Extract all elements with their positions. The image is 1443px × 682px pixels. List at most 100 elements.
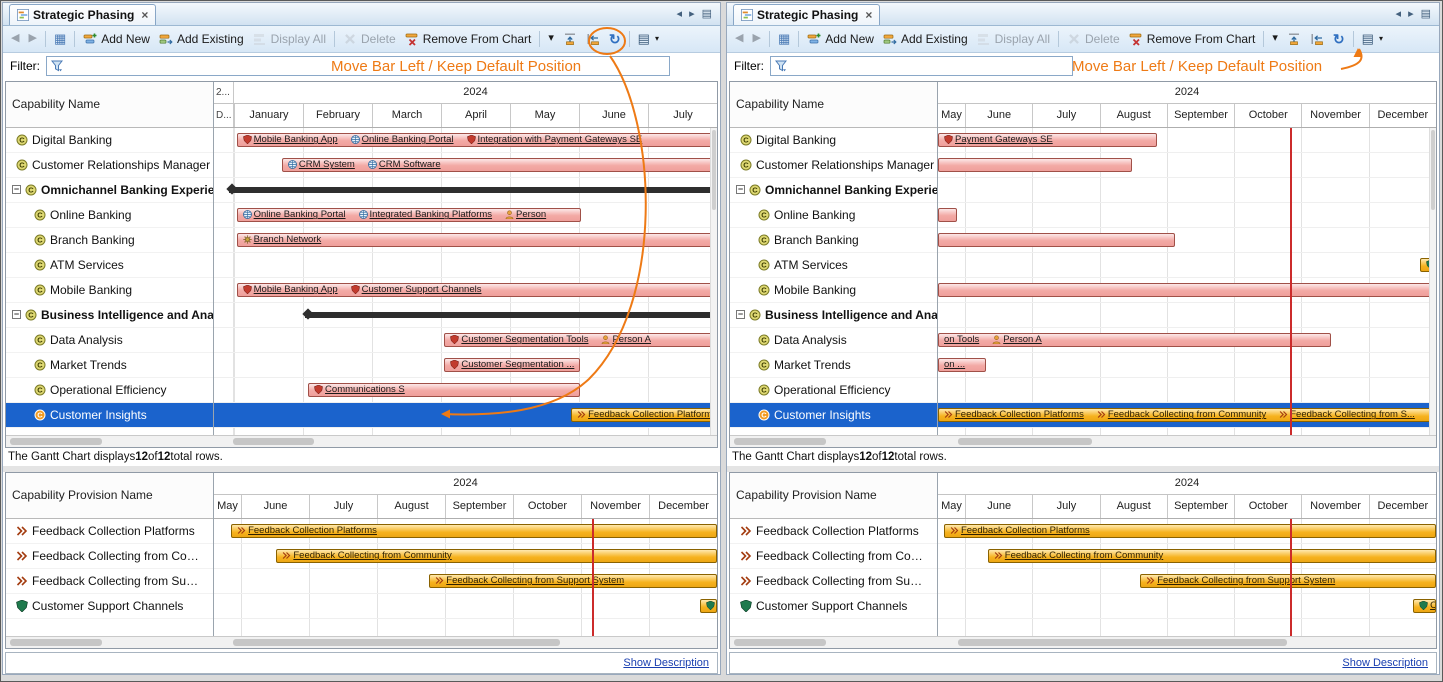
scrollbar-thumb[interactable] (1431, 130, 1435, 210)
name-row[interactable]: CATM Services (730, 253, 937, 278)
collapse-icon[interactable]: − (12, 185, 21, 194)
scrollbar-thumb[interactable] (233, 639, 560, 646)
provision-bar[interactable]: Feedback Collection Platforms (944, 524, 1436, 538)
scroll-tabs-right-icon[interactable]: ▸ (1408, 9, 1414, 20)
tab-close-icon[interactable]: × (141, 8, 148, 22)
name-row[interactable]: Feedback Collecting from Support System (6, 569, 213, 594)
task-bar[interactable]: Mobile Banking AppCustomer Support Chann… (237, 283, 717, 297)
collapse-icon[interactable]: − (736, 310, 745, 319)
scrollbar-thumb[interactable] (958, 639, 1287, 646)
bar-options-dropdown[interactable]: ▾ (1268, 31, 1282, 46)
name-row[interactable]: CMarket Trends (730, 353, 937, 378)
name-row[interactable]: CMobile Banking (730, 278, 937, 303)
name-hscrollbar[interactable] (730, 636, 938, 648)
show-description-link[interactable]: Show Description (1342, 657, 1428, 669)
bar-options-dropdown[interactable]: ▾ (544, 31, 558, 46)
summary-bar[interactable] (229, 187, 717, 193)
task-bar[interactable]: Communications S (308, 383, 580, 397)
keep-default-position-button[interactable] (559, 30, 581, 48)
name-row[interactable]: Customer Support Channels (6, 594, 213, 619)
refresh-button[interactable]: ↻ (1329, 30, 1349, 48)
scroll-tabs-left-icon[interactable]: ◂ (677, 9, 683, 20)
name-row[interactable]: COnline Banking (730, 203, 937, 228)
filter-input[interactable] (791, 59, 1068, 73)
name-row[interactable]: CMobile Banking (6, 278, 213, 303)
add-new-button[interactable]: Add New (803, 30, 878, 48)
scroll-tabs-left-icon[interactable]: ◂ (1396, 9, 1402, 20)
provision-bar[interactable]: Feedback Collection PlatformsFeedback Co… (938, 408, 1436, 422)
name-row[interactable]: CBranch Banking (730, 228, 937, 253)
remove-from-chart-button[interactable]: Remove From Chart (1125, 30, 1260, 48)
add-existing-button[interactable]: Add Existing (155, 30, 248, 48)
copy-table-button[interactable]: ▦ (774, 30, 794, 47)
name-row[interactable]: COperational Efficiency (730, 378, 937, 403)
show-description-link[interactable]: Show Description (623, 657, 709, 669)
provision-bar[interactable]: Feedback Collecting from Support System (429, 574, 717, 588)
keep-default-position-button[interactable] (1283, 30, 1305, 48)
name-row[interactable]: CDigital Banking (6, 128, 213, 153)
scroll-tabs-right-icon[interactable]: ▸ (689, 9, 695, 20)
name-row[interactable]: CCustomer Relationships Manager (730, 153, 937, 178)
provision-bar[interactable]: Feedback Collection Platforms (571, 408, 717, 422)
task-bar[interactable]: Online Banking PortalIntegrated Banking … (237, 208, 582, 222)
task-bar[interactable]: on ToolsPerson A (938, 333, 1331, 347)
move-bar-left-button[interactable] (1306, 30, 1328, 48)
name-row[interactable]: CCustomer Relationships Manager (6, 153, 213, 178)
tab-close-icon[interactable]: × (865, 8, 872, 22)
name-hscrollbar[interactable] (6, 636, 214, 648)
name-hscrollbar[interactable] (730, 435, 938, 447)
strategic-phasing-tab[interactable]: Strategic Phasing× (9, 4, 156, 25)
name-row[interactable]: CCustomer Insights (6, 403, 213, 428)
task-bar[interactable]: Branch Network (237, 233, 717, 247)
provision-bar[interactable]: C... (1413, 599, 1436, 613)
timeline-hscrollbar[interactable] (214, 435, 717, 447)
provision-bar[interactable]: Feedback Collecting from Support System (1140, 574, 1436, 588)
remove-from-chart-button[interactable]: Remove From Chart (401, 30, 536, 48)
name-row[interactable]: Feedback Collecting from Support System (730, 569, 937, 594)
name-row[interactable]: −CBusiness Intelligence and Analytics (6, 303, 213, 328)
scrollbar-thumb[interactable] (233, 438, 313, 445)
name-row[interactable]: CData Analysis (6, 328, 213, 353)
name-row[interactable]: CATM Services (6, 253, 213, 278)
timeline-hscrollbar[interactable] (214, 636, 717, 648)
delete-button[interactable]: Delete (339, 30, 400, 48)
summary-bar[interactable] (305, 312, 717, 318)
provision-bar[interactable]: Feedback Collecting from Community (988, 549, 1436, 563)
task-bar[interactable]: CRM SystemCRM Software (282, 158, 715, 172)
name-row[interactable]: −CBusiness Intelligence and Analytics (730, 303, 937, 328)
scrollbar-thumb[interactable] (712, 130, 716, 210)
add-new-button[interactable]: Add New (79, 30, 154, 48)
delete-button[interactable]: Delete (1063, 30, 1124, 48)
scrollbar-thumb[interactable] (958, 438, 1092, 445)
name-row[interactable]: CData Analysis (730, 328, 937, 353)
move-bar-left-button[interactable] (582, 30, 604, 48)
forward-button[interactable]: ▶ (748, 31, 764, 46)
view-menu-button[interactable]: ▤▾ (1358, 30, 1387, 47)
forward-button[interactable]: ▶ (24, 31, 40, 46)
copy-table-button[interactable]: ▦ (50, 30, 70, 47)
collapse-icon[interactable]: − (12, 310, 21, 319)
name-row[interactable]: Feedback Collection Platforms (6, 519, 213, 544)
task-bar[interactable] (938, 233, 1175, 247)
task-bar[interactable]: Payment Gateways SE (938, 133, 1157, 147)
name-row[interactable]: Customer Support Channels (730, 594, 937, 619)
window-list-icon[interactable]: ▤ (1421, 9, 1431, 20)
task-bar[interactable] (938, 208, 957, 222)
provision-bar[interactable]: C... (700, 599, 717, 613)
task-bar[interactable]: on ... (938, 358, 986, 372)
name-row[interactable]: CCustomer Insights (730, 403, 937, 428)
name-row[interactable]: −COmnichannel Banking Experience (6, 178, 213, 203)
vertical-scrollbar[interactable] (1429, 128, 1436, 435)
scrollbar-thumb[interactable] (10, 438, 102, 445)
add-existing-button[interactable]: Add Existing (879, 30, 972, 48)
name-row[interactable]: CBranch Banking (6, 228, 213, 253)
name-row[interactable]: −COmnichannel Banking Experience (730, 178, 937, 203)
task-bar[interactable]: Customer Segmentation ToolsPerson A (444, 333, 717, 347)
vertical-scrollbar[interactable] (710, 128, 717, 435)
timeline-hscrollbar[interactable] (938, 636, 1436, 648)
strategic-phasing-tab[interactable]: Strategic Phasing× (733, 4, 880, 25)
scrollbar-thumb[interactable] (734, 438, 826, 445)
view-menu-button[interactable]: ▤▾ (634, 30, 663, 47)
refresh-button[interactable]: ↻ (605, 30, 625, 48)
name-row[interactable]: COperational Efficiency (6, 378, 213, 403)
